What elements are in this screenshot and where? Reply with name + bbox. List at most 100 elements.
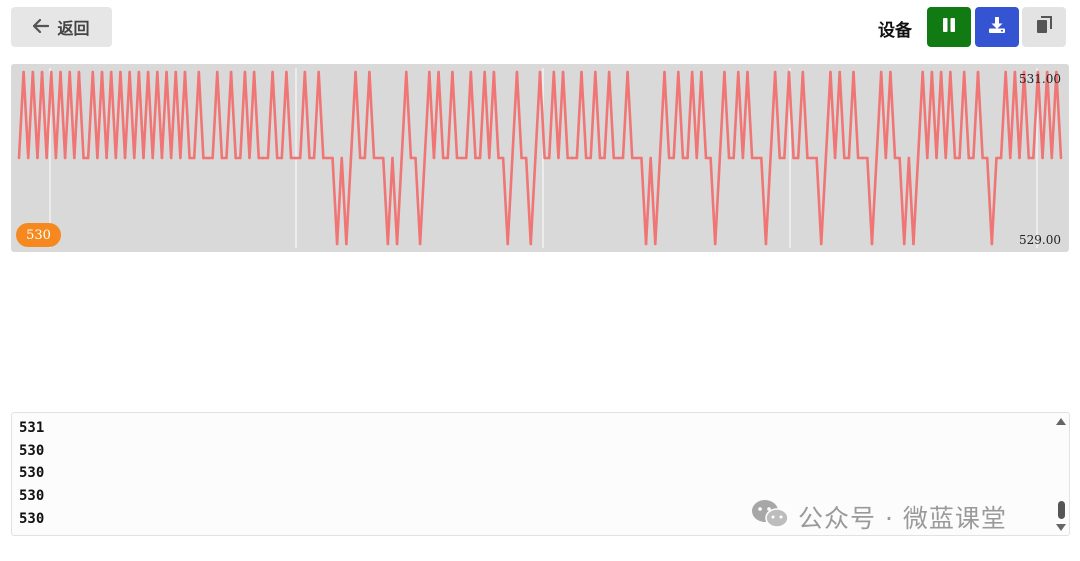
series-segment xyxy=(151,70,159,160)
series-segment xyxy=(59,70,67,160)
series-segment xyxy=(649,156,657,246)
series-segment xyxy=(31,70,39,160)
series-segment xyxy=(404,70,413,160)
series-segment xyxy=(852,70,860,160)
series-segment xyxy=(211,70,219,160)
series-segment xyxy=(879,70,888,160)
series-segment xyxy=(160,70,168,160)
series-segment xyxy=(345,156,353,246)
y-min-label: 529.00 xyxy=(1019,233,1061,247)
download-button[interactable] xyxy=(975,7,1019,47)
series-segment xyxy=(626,70,634,160)
series-segment xyxy=(119,70,127,160)
series-segment xyxy=(215,70,224,160)
series-segment xyxy=(529,156,537,246)
series-segment xyxy=(829,70,837,160)
series-segment xyxy=(414,156,422,246)
current-value-badge: 530 xyxy=(16,223,61,247)
series-segment xyxy=(921,70,929,160)
series-segment xyxy=(916,70,924,160)
series-segment xyxy=(317,70,325,160)
series-segment xyxy=(713,156,722,246)
series-segment xyxy=(741,70,749,160)
series-segment xyxy=(898,156,906,246)
series-segment xyxy=(847,70,855,160)
series-segment xyxy=(907,156,915,246)
series-segment xyxy=(524,156,533,246)
series-segment xyxy=(225,70,233,160)
series-segment xyxy=(248,70,256,160)
y-max-label: 531.00 xyxy=(1019,72,1061,86)
series-segment xyxy=(972,70,980,160)
series-segment xyxy=(557,70,565,160)
series-segment xyxy=(746,70,754,160)
back-button-label: 返回 xyxy=(57,19,90,38)
series-segment xyxy=(824,70,832,160)
series-segment xyxy=(672,70,680,160)
series-segment xyxy=(423,70,431,160)
pause-icon xyxy=(942,17,956,37)
series-segment xyxy=(54,70,62,160)
series-segment xyxy=(875,70,883,160)
series-segment xyxy=(26,70,35,160)
series-segment xyxy=(464,70,473,160)
series-segment xyxy=(580,70,588,160)
series-segment xyxy=(976,70,984,160)
series-segment xyxy=(128,70,136,160)
back-button[interactable]: 返回 xyxy=(11,7,112,47)
series-segment xyxy=(105,70,113,160)
series-segment xyxy=(183,70,191,160)
series-segment xyxy=(949,70,957,160)
series-segment xyxy=(146,70,155,160)
series-segment xyxy=(271,70,279,160)
series-segment xyxy=(492,70,500,160)
series-segment xyxy=(368,70,376,160)
serial-log[interactable]: 531 530 530 530 530 xyxy=(11,412,1070,536)
series-segment xyxy=(990,156,998,246)
series-segment xyxy=(252,70,261,160)
series-segment xyxy=(547,70,556,160)
pause-button[interactable] xyxy=(927,7,971,47)
series-segment xyxy=(732,70,740,160)
series-segment xyxy=(773,70,782,160)
series-segment xyxy=(561,70,569,160)
series-segment xyxy=(801,70,809,160)
log-line: 530 xyxy=(19,442,45,459)
series-segment xyxy=(437,70,445,160)
series-segment xyxy=(451,70,459,160)
series-segment xyxy=(653,156,662,246)
series-segment xyxy=(285,70,293,160)
chart-plot xyxy=(17,68,1063,248)
series-segment xyxy=(49,70,58,160)
scroll-up-arrow-icon[interactable] xyxy=(1055,416,1067,426)
series-segment xyxy=(515,70,523,160)
scroll-down-arrow-icon[interactable] xyxy=(1055,522,1067,532)
series-segment xyxy=(335,156,344,246)
series-segment xyxy=(446,70,454,160)
log-line: 531 xyxy=(19,420,45,436)
series-segment xyxy=(109,70,118,160)
scrollbar-thumb[interactable] xyxy=(1058,501,1065,519)
series-segment xyxy=(902,156,911,246)
series-segment xyxy=(487,70,496,160)
series-segment xyxy=(266,70,274,160)
series-segment xyxy=(386,156,394,246)
series-segment xyxy=(179,70,187,160)
log-line: 530 xyxy=(19,510,45,527)
copy-button[interactable] xyxy=(1022,7,1066,47)
series-segment xyxy=(478,70,486,160)
series-segment xyxy=(870,156,878,246)
arrow-left-icon xyxy=(33,18,50,37)
series-segment xyxy=(575,70,583,160)
log-line: 530 xyxy=(19,465,45,482)
series-segment xyxy=(197,70,205,160)
series-segment xyxy=(506,156,514,246)
series-segment xyxy=(534,70,542,160)
series-segment xyxy=(400,70,408,160)
series-segment xyxy=(40,70,48,160)
series-segment xyxy=(36,70,44,160)
series-segment xyxy=(391,156,399,246)
series-segment xyxy=(77,70,85,160)
series-segment xyxy=(939,70,948,160)
series-segment xyxy=(958,70,966,160)
